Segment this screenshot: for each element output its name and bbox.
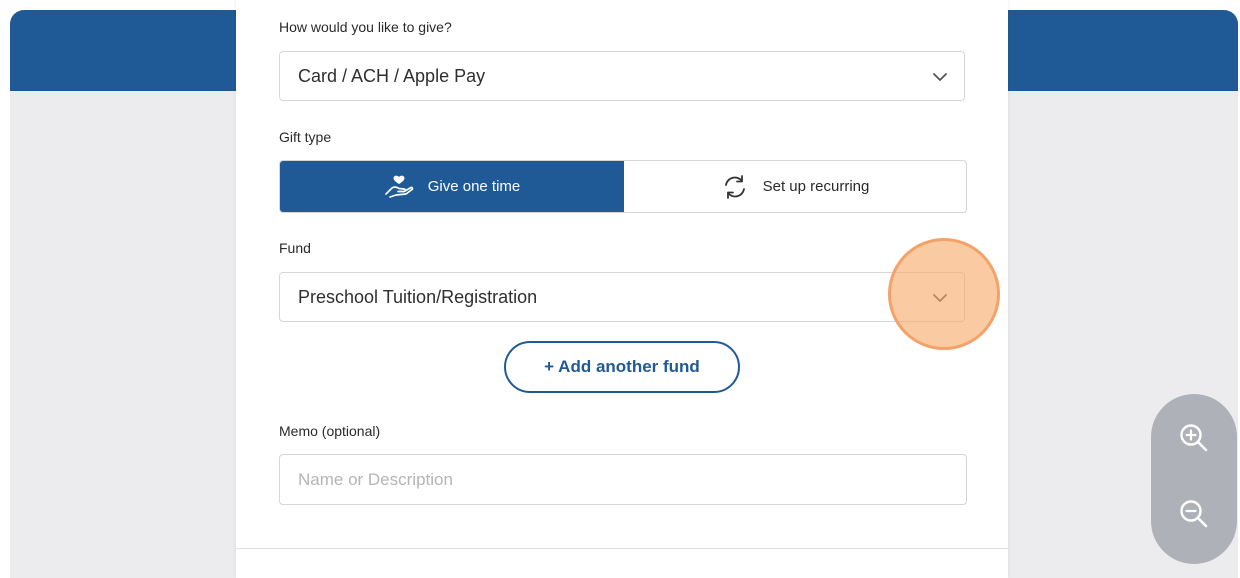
set-up-recurring-label: Set up recurring — [762, 178, 870, 195]
zoom-in-icon — [1180, 424, 1208, 452]
give-one-time-label: Give one time — [427, 178, 521, 195]
recurring-arrows-icon — [724, 174, 745, 199]
gift-type-toggle: Give one time Set up recurring — [279, 160, 967, 213]
click-highlight-marker — [888, 238, 1000, 350]
give-one-time-button[interactable]: Give one time — [280, 161, 624, 212]
zoom-in-button[interactable] — [1176, 420, 1212, 456]
memo-label: Memo (optional) — [279, 423, 381, 439]
fund-select[interactable]: Preschool Tuition/Registration — [279, 272, 965, 322]
zoom-out-button[interactable] — [1176, 496, 1212, 532]
gift-type-label: Gift type — [279, 129, 332, 145]
form-divider — [236, 548, 1008, 549]
fund-value: Preschool Tuition/Registration — [298, 287, 538, 307]
give-method-select[interactable]: Card / ACH / Apple Pay — [279, 51, 965, 101]
fund-label: Fund — [279, 240, 311, 256]
chevron-down-icon — [933, 73, 947, 81]
zoom-controls — [1151, 394, 1237, 564]
give-method-label: How would you like to give? — [279, 19, 452, 35]
give-method-value: Card / ACH / Apple Pay — [298, 66, 486, 86]
add-another-fund-button[interactable]: + Add another fund — [504, 341, 740, 393]
set-up-recurring-button[interactable]: Set up recurring — [624, 161, 966, 212]
memo-input[interactable] — [279, 454, 967, 505]
hand-heart-icon — [384, 175, 413, 198]
zoom-out-icon — [1180, 500, 1208, 528]
